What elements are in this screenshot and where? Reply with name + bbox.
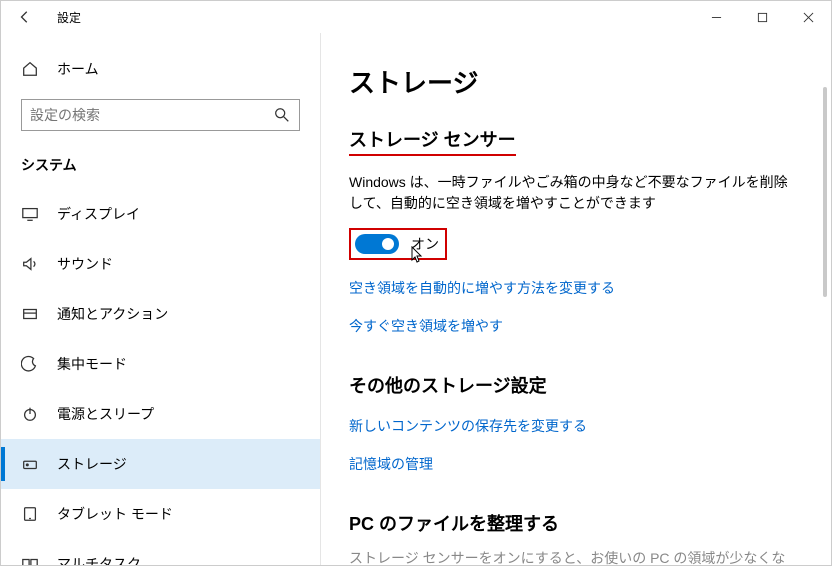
maximize-button[interactable]: [739, 1, 785, 33]
sidebar-item-label: ストレージ: [57, 454, 127, 474]
link-change-auto-method[interactable]: 空き領域を自動的に増やす方法を変更する: [349, 278, 615, 298]
storage-sensor-heading: ストレージ センサー: [349, 126, 831, 156]
page-title: ストレージ: [349, 63, 831, 100]
sidebar-item-label: 通知とアクション: [57, 304, 168, 324]
main-content: ストレージ ストレージ センサー Windows は、一時ファイルやごみ箱の中身…: [321, 33, 831, 565]
home-label: ホーム: [57, 59, 99, 79]
sidebar-item-display[interactable]: ディスプレイ: [1, 189, 320, 239]
sidebar-item-label: 集中モード: [57, 354, 127, 374]
sidebar-item-multitask[interactable]: マルチタスク: [1, 539, 320, 565]
sidebar: ホーム システム ディスプレイサウンド通知とアクション集中モード電源とスリープス…: [1, 33, 321, 565]
scrollbar-thumb[interactable]: [823, 87, 827, 297]
storage-sensor-toggle-row: オン: [349, 228, 447, 260]
search-icon: [273, 106, 291, 124]
search-box[interactable]: [21, 99, 300, 131]
display-icon: [21, 205, 39, 223]
close-button[interactable]: [785, 1, 831, 33]
sidebar-item-focus[interactable]: 集中モード: [1, 339, 320, 389]
storage-icon: [21, 455, 39, 473]
sidebar-item-storage[interactable]: ストレージ: [1, 439, 320, 489]
sidebar-item-power[interactable]: 電源とスリープ: [1, 389, 320, 439]
sound-icon: [21, 255, 39, 273]
minimize-button[interactable]: [693, 1, 739, 33]
home-link[interactable]: ホーム: [1, 49, 320, 89]
multitask-icon: [21, 555, 39, 565]
home-icon: [21, 60, 39, 78]
sidebar-item-notify[interactable]: 通知とアクション: [1, 289, 320, 339]
window-title: 設定: [57, 9, 81, 26]
sidebar-section-label: システム: [1, 149, 320, 189]
toggle-state-label: オン: [411, 234, 439, 254]
nav-list: ディスプレイサウンド通知とアクション集中モード電源とスリープストレージタブレット…: [1, 189, 320, 565]
other-storage-heading: その他のストレージ設定: [349, 372, 831, 398]
pc-files-description: ストレージ センサーをオンにすると、お使いの PC の領域が少なくなった場合のみ: [349, 548, 789, 565]
back-button[interactable]: [9, 1, 41, 33]
link-free-space-now[interactable]: 今すぐ空き領域を増やす: [349, 316, 503, 336]
window-titlebar: 設定: [1, 1, 831, 33]
power-icon: [21, 405, 39, 423]
link-change-save-location[interactable]: 新しいコンテンツの保存先を変更する: [349, 416, 587, 436]
search-input[interactable]: [30, 107, 273, 123]
sidebar-item-label: 電源とスリープ: [57, 404, 154, 424]
toggle-knob: [382, 238, 394, 250]
scrollbar[interactable]: [821, 87, 829, 559]
pc-files-heading: PC のファイルを整理する: [349, 510, 831, 536]
sidebar-item-label: サウンド: [57, 254, 113, 274]
sidebar-item-label: ディスプレイ: [57, 204, 140, 224]
tablet-icon: [21, 505, 39, 523]
notify-icon: [21, 305, 39, 323]
sidebar-item-sound[interactable]: サウンド: [1, 239, 320, 289]
sidebar-item-label: マルチタスク: [57, 554, 141, 565]
storage-sensor-toggle[interactable]: [355, 234, 399, 254]
focus-icon: [21, 355, 39, 373]
storage-sensor-description: Windows は、一時ファイルやごみ箱の中身など不要なファイルを削除して、自動…: [349, 172, 789, 214]
link-manage-storage[interactable]: 記憶域の管理: [349, 454, 433, 474]
sidebar-item-label: タブレット モード: [57, 504, 173, 524]
sidebar-item-tablet[interactable]: タブレット モード: [1, 489, 320, 539]
